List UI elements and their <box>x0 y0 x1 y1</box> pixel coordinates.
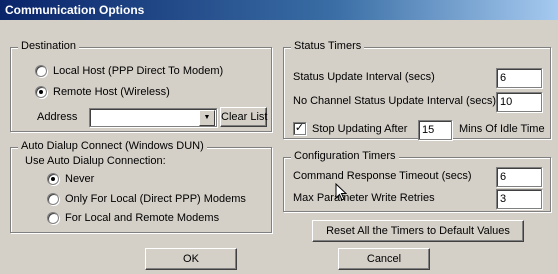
stop-updating-label[interactable]: Stop Updating After <box>312 123 407 135</box>
no-channel-interval-label: No Channel Status Update Interval (secs) <box>293 95 496 107</box>
never-radio-dot <box>51 177 55 181</box>
never-radio[interactable] <box>47 173 59 185</box>
idle-time-label: Mins Of Idle Time <box>459 123 545 135</box>
config-timers-group: Configuration Timers Command Response Ti… <box>283 150 551 212</box>
local-host-label[interactable]: Local Host (PPP Direct To Modem) <box>53 65 223 77</box>
local-and-remote-label[interactable]: For Local and Remote Modems <box>65 212 219 224</box>
address-label: Address <box>37 111 78 123</box>
no-channel-interval-input[interactable]: 10 <box>496 92 542 112</box>
remote-host-radio-dot <box>39 90 43 94</box>
command-timeout-label: Command Response Timeout (secs) <box>293 170 472 182</box>
local-and-remote-radio[interactable] <box>47 212 59 224</box>
cancel-button[interactable]: Cancel <box>338 248 430 270</box>
reset-timers-button[interactable]: Reset All the Timers to Default Values <box>312 220 524 242</box>
status-timers-legend: Status Timers <box>291 40 365 52</box>
ok-button[interactable]: OK <box>145 248 237 270</box>
local-host-radio[interactable] <box>35 65 47 77</box>
command-timeout-input[interactable]: 6 <box>496 167 542 187</box>
idle-minutes-input[interactable]: 15 <box>418 120 452 140</box>
max-retries-label: Max Parameter Write Retries <box>293 192 435 204</box>
status-timers-group: Status Timers Status Update Interval (se… <box>283 40 551 140</box>
mouse-pointer-icon <box>335 183 347 201</box>
address-combobox[interactable]: ▼ <box>89 108 217 127</box>
auto-dialup-group: Auto Dialup Connect (Windows DUN) Use Au… <box>10 140 272 233</box>
remote-host-radio[interactable] <box>35 86 47 98</box>
clear-list-button[interactable]: Clear List <box>220 107 267 127</box>
config-timers-legend: Configuration Timers <box>291 150 399 162</box>
chevron-down-icon[interactable]: ▼ <box>199 110 215 126</box>
destination-legend: Destination <box>18 40 80 52</box>
window-title: Communication Options <box>0 0 558 20</box>
max-retries-input[interactable]: 3 <box>496 189 542 209</box>
never-label[interactable]: Never <box>65 173 94 185</box>
status-update-interval-input[interactable]: 6 <box>496 68 542 88</box>
use-auto-dialup-label: Use Auto Dialup Connection: <box>25 155 166 167</box>
local-only-radio[interactable] <box>47 193 59 205</box>
local-only-label[interactable]: Only For Local (Direct PPP) Modems <box>65 193 246 205</box>
remote-host-label[interactable]: Remote Host (Wireless) <box>53 86 170 98</box>
stop-updating-checkbox[interactable]: ✓ <box>293 122 306 135</box>
status-update-interval-label: Status Update Interval (secs) <box>293 71 435 83</box>
auto-dialup-legend: Auto Dialup Connect (Windows DUN) <box>18 140 207 152</box>
destination-group: Destination Local Host (PPP Direct To Mo… <box>10 40 272 132</box>
